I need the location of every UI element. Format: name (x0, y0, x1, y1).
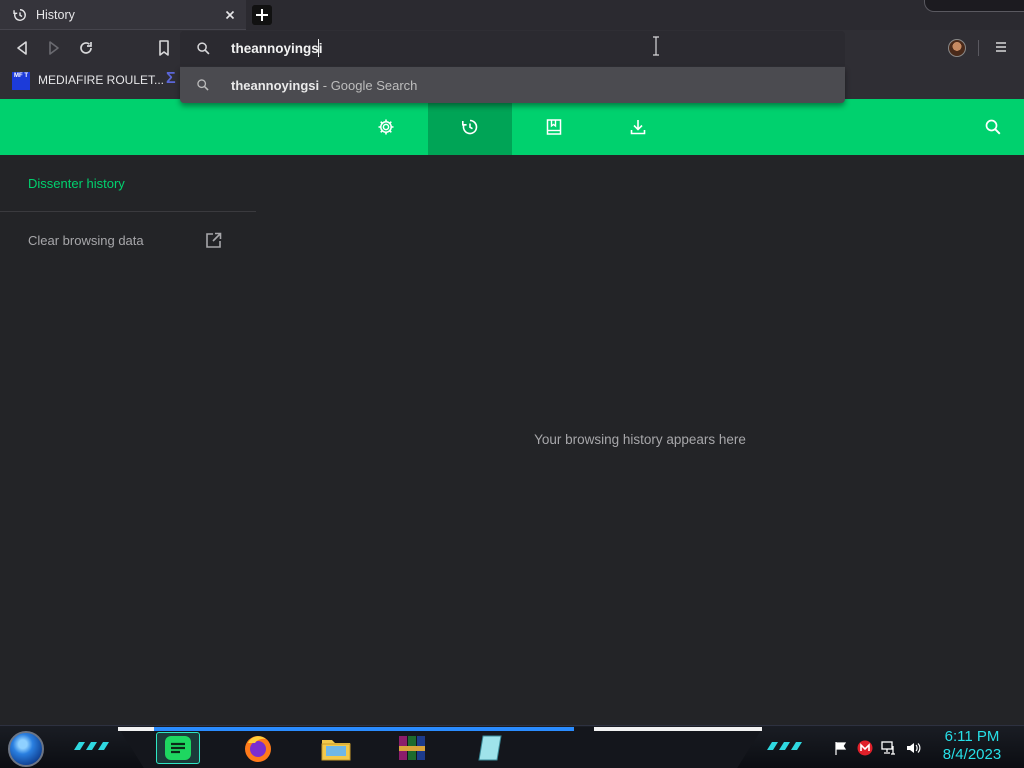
bookmark-sigma-icon[interactable]: Σ (166, 70, 176, 88)
mediafire-favicon-icon: MF T (12, 72, 30, 90)
suggestion-separator: - (319, 78, 331, 93)
sidebar-item-dissenter-history[interactable]: Dissenter history (28, 176, 125, 191)
new-tab-button[interactable] (252, 5, 272, 25)
omnibox-suggestion[interactable]: theannoyingsi - Google Search (180, 67, 845, 103)
bookmarks-icon (546, 119, 562, 135)
notes-app-icon (165, 736, 191, 760)
history-empty-message: Your browsing history appears here (534, 432, 746, 447)
antivirus-icon[interactable] (857, 740, 873, 756)
history-icon (462, 119, 478, 135)
notepad-icon (478, 735, 502, 761)
history-page-header (0, 99, 1024, 155)
folder-icon (321, 740, 351, 761)
tab-settings[interactable] (344, 99, 428, 155)
toolbar-divider (978, 40, 979, 56)
taskbar-accent (118, 727, 154, 731)
network-icon[interactable] (881, 740, 897, 756)
history-icon (13, 9, 26, 21)
clock-time: 6:11 PM (944, 728, 1000, 745)
taskbar-accent (594, 727, 762, 731)
taskbar-app-winrar[interactable] (390, 732, 434, 764)
close-icon[interactable] (222, 7, 238, 23)
tab-bookmarks[interactable] (512, 99, 596, 155)
firefox-icon (245, 736, 271, 762)
ibeam-cursor-icon (653, 36, 659, 56)
address-input[interactable]: theannoyingsi (231, 41, 323, 56)
window-frame-notch (924, 0, 1024, 12)
menu-icon[interactable] (995, 41, 1007, 53)
tab-history[interactable]: History (0, 0, 246, 30)
bookmark-icon[interactable] (155, 39, 173, 57)
reload-icon[interactable] (77, 39, 95, 57)
text-caret (318, 39, 319, 57)
history-sidebar: Dissenter history Clear browsing data (0, 155, 256, 725)
taskbar-app-firefox[interactable] (236, 732, 280, 764)
suggestion-text: theannoyingsi - Google Search (231, 78, 417, 93)
taskbar-app-notepad[interactable] (468, 732, 512, 764)
system-clock[interactable]: 6:11 PM 8/4/2023 (934, 728, 1010, 764)
forward-icon[interactable] (45, 39, 63, 57)
taskbar-app-notes[interactable] (156, 732, 200, 764)
taskbar-decor-right-icon (767, 742, 802, 750)
taskbar-decor-left-icon (74, 742, 109, 750)
downloads-icon (630, 120, 646, 135)
volume-icon[interactable] (905, 740, 921, 756)
tab-strip: History (0, 0, 1024, 30)
address-bar[interactable]: theannoyingsi (180, 31, 845, 67)
search-icon (197, 42, 210, 55)
taskbar: 6:11 PM 8/4/2023 (0, 725, 1024, 768)
sidebar-divider (0, 211, 256, 212)
taskbar-frame (118, 727, 763, 768)
profile-avatar[interactable] (948, 39, 966, 57)
tab-downloads[interactable] (596, 99, 680, 155)
settings-icon (378, 119, 394, 135)
action-center-flag-icon[interactable] (833, 740, 849, 756)
suggestion-engine: Google Search (330, 78, 418, 93)
taskbar-accent (154, 727, 574, 731)
clear-browsing-data-link[interactable]: Clear browsing data (28, 233, 144, 248)
archive-icon (399, 736, 425, 760)
taskbar-app-file-explorer[interactable] (314, 732, 358, 764)
bookmark-item-mediafire[interactable]: MEDIAFIRE ROULET... (38, 73, 164, 87)
back-icon[interactable] (13, 39, 31, 57)
search-icon (197, 79, 209, 91)
clock-date: 8/4/2023 (942, 746, 1002, 763)
suggestion-query: theannoyingsi (231, 78, 320, 93)
external-link-icon[interactable] (205, 232, 222, 249)
tab-history[interactable] (428, 99, 512, 155)
tab-title: History (36, 8, 75, 22)
search-icon[interactable] (984, 118, 1002, 136)
start-button[interactable] (8, 731, 44, 767)
